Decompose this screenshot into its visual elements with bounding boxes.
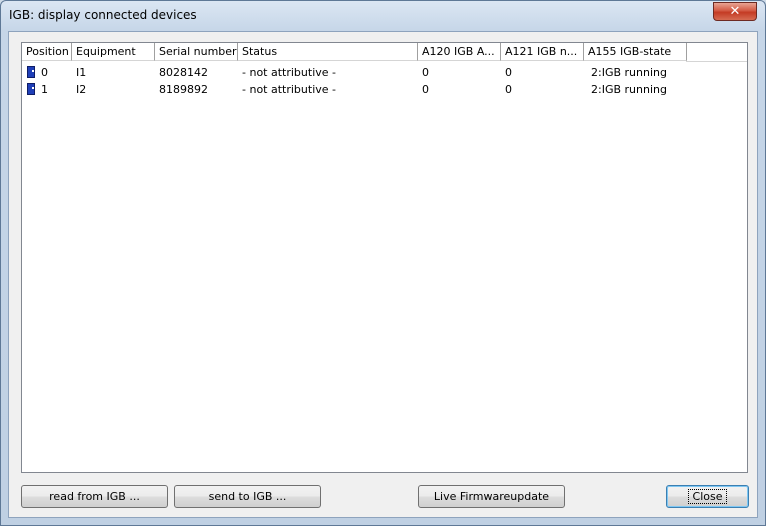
title-bar[interactable]: IGB: display connected devices ✕ xyxy=(1,1,765,31)
cell-serial: 8028142 xyxy=(159,66,208,79)
column-header-a121[interactable]: A121 IGB n... xyxy=(501,43,584,61)
cell-position: 1 xyxy=(41,83,48,96)
column-header-serial-number[interactable]: Serial number xyxy=(155,43,238,61)
cell-equipment: I1 xyxy=(76,66,87,79)
cell-position: 0 xyxy=(41,66,48,79)
table-row[interactable]: 0 I1 8028142 - not attributive - 0 0 2:I… xyxy=(22,64,747,81)
column-header-position[interactable]: Position xyxy=(22,43,72,61)
list-header: Position Equipment Serial number Status … xyxy=(22,43,747,62)
close-button-label: Close xyxy=(687,489,728,504)
cell-a121: 0 xyxy=(505,66,512,79)
cell-a155: 2:IGB running xyxy=(591,83,667,96)
table-row[interactable]: 1 I2 8189892 - not attributive - 0 0 2:I… xyxy=(22,81,747,98)
cell-equipment: I2 xyxy=(76,83,87,96)
cell-a120: 0 xyxy=(422,83,429,96)
device-icon xyxy=(27,66,35,78)
dialog-window: IGB: display connected devices ✕ Positio… xyxy=(0,0,766,526)
send-to-igb-button[interactable]: send to IGB ... xyxy=(174,485,321,508)
column-header-a120[interactable]: A120 IGB A... xyxy=(418,43,501,61)
devices-list[interactable]: Position Equipment Serial number Status … xyxy=(21,42,748,473)
cell-status: - not attributive - xyxy=(242,83,336,96)
device-icon xyxy=(27,83,35,95)
cell-a155: 2:IGB running xyxy=(591,66,667,79)
window-title: IGB: display connected devices xyxy=(9,8,197,22)
cell-a121: 0 xyxy=(505,83,512,96)
cell-serial: 8189892 xyxy=(159,83,208,96)
read-from-igb-button[interactable]: read from IGB ... xyxy=(21,485,168,508)
dialog-client-area: Position Equipment Serial number Status … xyxy=(8,31,758,518)
column-header-filler xyxy=(686,43,747,62)
cell-status: - not attributive - xyxy=(242,66,336,79)
live-firmwareupdate-button[interactable]: Live Firmwareupdate xyxy=(418,485,565,508)
column-header-a155[interactable]: A155 IGB-state xyxy=(584,43,687,61)
column-header-status[interactable]: Status xyxy=(238,43,418,61)
cell-a120: 0 xyxy=(422,66,429,79)
column-header-equipment[interactable]: Equipment xyxy=(72,43,155,61)
close-icon: ✕ xyxy=(729,4,741,19)
window-close-button[interactable]: ✕ xyxy=(713,2,757,21)
close-button[interactable]: Close xyxy=(666,485,749,508)
